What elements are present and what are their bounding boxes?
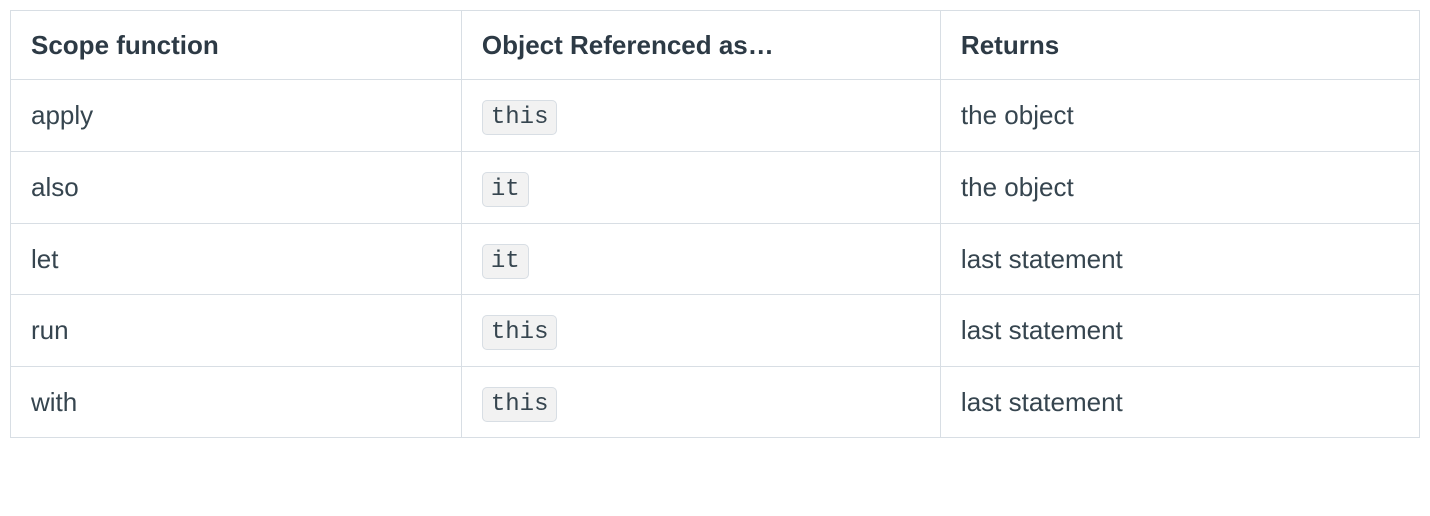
cell-returns: last statement [940,223,1419,295]
code-reference: it [482,244,529,279]
code-reference: this [482,315,558,350]
code-reference: this [482,387,558,422]
code-reference: it [482,172,529,207]
cell-scope-function: let [11,223,462,295]
cell-returns: last statement [940,295,1419,367]
table-row: apply this the object [11,80,1420,152]
cell-object-reference: this [461,366,940,438]
header-scope-function: Scope function [11,11,462,80]
cell-returns: the object [940,80,1419,152]
cell-scope-function: run [11,295,462,367]
cell-object-reference: it [461,223,940,295]
cell-object-reference: this [461,80,940,152]
code-reference: this [482,100,558,135]
cell-object-reference: this [461,295,940,367]
table-header-row: Scope function Object Referenced as… Ret… [11,11,1420,80]
cell-returns: last statement [940,366,1419,438]
scope-functions-table: Scope function Object Referenced as… Ret… [10,10,1420,438]
cell-scope-function: also [11,151,462,223]
table-row: let it last statement [11,223,1420,295]
cell-scope-function: apply [11,80,462,152]
header-object-referenced-as: Object Referenced as… [461,11,940,80]
cell-returns: the object [940,151,1419,223]
table-row: also it the object [11,151,1420,223]
cell-object-reference: it [461,151,940,223]
table-row: run this last statement [11,295,1420,367]
header-returns: Returns [940,11,1419,80]
table-row: with this last statement [11,366,1420,438]
cell-scope-function: with [11,366,462,438]
